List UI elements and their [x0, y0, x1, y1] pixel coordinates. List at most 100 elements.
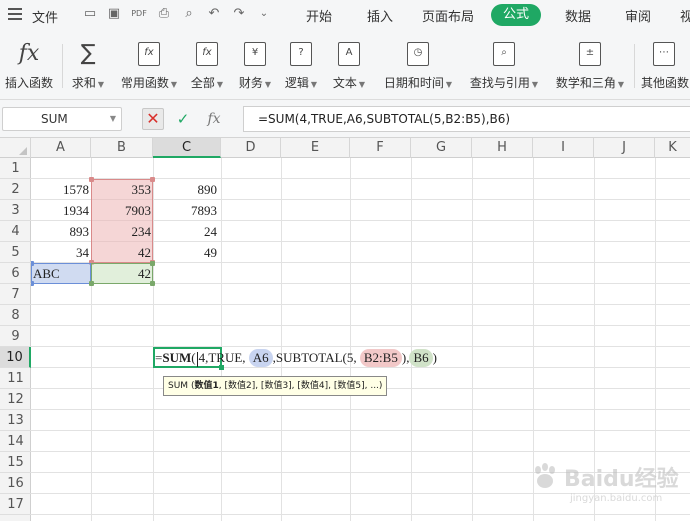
logic-functions-button[interactable]: ? 逻辑 ▼: [280, 30, 322, 100]
autosum-label: 求和 ▼: [71, 76, 105, 90]
column-header-c[interactable]: C: [153, 138, 221, 158]
cell-a5[interactable]: 34: [31, 242, 91, 263]
undo-icon[interactable]: ↶: [206, 6, 222, 22]
column-header-h[interactable]: H: [472, 138, 533, 158]
row-header-14[interactable]: 14: [0, 431, 31, 452]
ribbon-separator: [62, 44, 63, 88]
autosum-button[interactable]: ∑ 求和 ▼: [66, 30, 110, 100]
open-folder-icon[interactable]: ▭: [82, 6, 98, 22]
function-signature-tooltip: SUM (数值1, [数值2], [数值3], [数值4], [数值5], ..…: [163, 376, 388, 396]
in-cell-formula[interactable]: =SUM(4,TRUE, A6 ,SUBTOTAL(5, B2:B5), B6): [155, 347, 437, 368]
row-header-2[interactable]: 2: [0, 179, 31, 200]
row-header-13[interactable]: 13: [0, 410, 31, 431]
row-header-16[interactable]: 16: [0, 473, 31, 494]
row-header-17[interactable]: 17: [0, 494, 31, 515]
row-header-10[interactable]: 10: [0, 347, 31, 368]
row-header-1[interactable]: 1: [0, 158, 31, 179]
tab-review[interactable]: 审阅: [625, 6, 651, 25]
tab-insert[interactable]: 插入: [367, 6, 393, 25]
grid-line: [281, 158, 282, 521]
row-header-4[interactable]: 4: [0, 221, 31, 242]
tab-start[interactable]: 开始: [306, 6, 332, 25]
tab-formulas[interactable]: 公式: [491, 4, 542, 26]
cell-b2[interactable]: 353: [91, 179, 153, 200]
more-functions-label: 其他函数: [641, 76, 690, 90]
datetime-functions-button[interactable]: ◷ 日期和时间 ▼: [378, 30, 458, 100]
cell-b4[interactable]: 234: [91, 221, 153, 242]
export-pdf-icon[interactable]: PDF: [131, 6, 147, 22]
cell-b3[interactable]: 7903: [91, 200, 153, 221]
column-header-a[interactable]: A: [31, 138, 91, 158]
lookup-functions-button[interactable]: ⌕ 查找与引用 ▼: [464, 30, 544, 100]
cell-c2[interactable]: 890: [153, 179, 221, 200]
column-header-d[interactable]: D: [221, 138, 281, 158]
print-icon[interactable]: ⎙: [156, 6, 172, 22]
tab-view[interactable]: 视: [680, 6, 690, 25]
finance-label: 财务 ▼: [238, 76, 272, 90]
column-header-f[interactable]: F: [350, 138, 411, 158]
finance-functions-button[interactable]: ¥ 财务 ▼: [234, 30, 276, 100]
fx-icon[interactable]: fx: [203, 107, 225, 131]
logic-icon: ?: [290, 42, 312, 66]
all-function-icon: fx: [196, 42, 218, 66]
row-header-3[interactable]: 3: [0, 200, 31, 221]
watermark-url: jingyan.baidu.com: [570, 493, 663, 504]
row-header-9[interactable]: 9: [0, 326, 31, 347]
cell-b6[interactable]: 42: [91, 263, 153, 284]
row-header-6[interactable]: 6: [0, 263, 31, 284]
redo-icon[interactable]: ↷: [231, 6, 247, 22]
save-icon[interactable]: ▣: [106, 6, 122, 22]
more-functions-button[interactable]: ⋯ 其他函数: [638, 30, 690, 100]
cell-c4[interactable]: 24: [153, 221, 221, 242]
text-label: 文本 ▼: [332, 76, 366, 90]
common-functions-button[interactable]: fx 常用函数 ▼: [116, 30, 182, 100]
row-header-12[interactable]: 12: [0, 389, 31, 410]
insert-function-button[interactable]: fx 插入函数: [2, 30, 56, 100]
cell-a4[interactable]: 893: [31, 221, 91, 242]
text-icon: A: [338, 42, 360, 66]
row-header-11[interactable]: 11: [0, 368, 31, 389]
math-functions-button[interactable]: ± 数学和三角 ▼: [550, 30, 630, 100]
tab-page-layout[interactable]: 页面布局: [422, 6, 474, 25]
grid-line: [31, 409, 690, 410]
cell-a6[interactable]: ABC: [33, 263, 91, 284]
name-box-dropdown-icon[interactable]: ▼: [110, 108, 116, 130]
row-header-8[interactable]: 8: [0, 305, 31, 326]
tooltip-remaining-args: , [数值2], [数值3], [数值4], [数值5], ...): [218, 381, 383, 391]
confirm-edit-button[interactable]: ✓: [174, 108, 192, 130]
lookup-icon: ⌕: [493, 42, 515, 66]
menu-file[interactable]: 文件: [32, 7, 58, 26]
column-header-j[interactable]: J: [594, 138, 655, 158]
cell-c5[interactable]: 49: [153, 242, 221, 263]
formula-ref-b6: B6: [409, 349, 433, 367]
row-header-5[interactable]: 5: [0, 242, 31, 263]
customize-chevron-icon[interactable]: ⌄: [256, 6, 272, 22]
tooltip-function-name: SUM: [168, 381, 189, 391]
print-preview-icon[interactable]: ⌕: [181, 6, 197, 22]
text-functions-button[interactable]: A 文本 ▼: [328, 30, 370, 100]
select-all-corner[interactable]: [0, 138, 31, 158]
formula-arguments: 4,TRUE,: [198, 350, 249, 365]
menu-hamburger-icon[interactable]: [8, 8, 22, 20]
column-header-b[interactable]: B: [91, 138, 153, 158]
column-header-g[interactable]: G: [411, 138, 472, 158]
tab-data[interactable]: 数据: [565, 6, 591, 25]
cell-a3[interactable]: 1934: [31, 200, 91, 221]
cell-a2[interactable]: 1578: [31, 179, 91, 200]
cell-b5[interactable]: 42: [91, 242, 153, 263]
cell-c3[interactable]: 7893: [153, 200, 221, 221]
datetime-label: 日期和时间 ▼: [383, 76, 453, 90]
all-functions-label: 全部 ▼: [190, 76, 224, 90]
column-header-i[interactable]: I: [533, 138, 594, 158]
column-header-k[interactable]: K: [655, 138, 690, 158]
formula-input[interactable]: =SUM(4,TRUE,A6,SUBTOTAL(5,B2:B5),B6): [243, 106, 690, 132]
row-header-15[interactable]: 15: [0, 452, 31, 473]
column-header-e[interactable]: E: [281, 138, 350, 158]
text-cursor: [196, 351, 198, 367]
cancel-edit-button[interactable]: ✕: [142, 108, 164, 130]
grid-line: [411, 158, 412, 521]
menu-bar: 文件 ▭ ▣ PDF ⎙ ⌕ ↶ ↷ ⌄ 开始 插入 页面布局 公式 数据 审阅…: [0, 0, 690, 30]
row-header-7[interactable]: 7: [0, 284, 31, 305]
all-functions-button[interactable]: fx 全部 ▼: [186, 30, 228, 100]
name-box[interactable]: SUM ▼: [2, 107, 122, 131]
